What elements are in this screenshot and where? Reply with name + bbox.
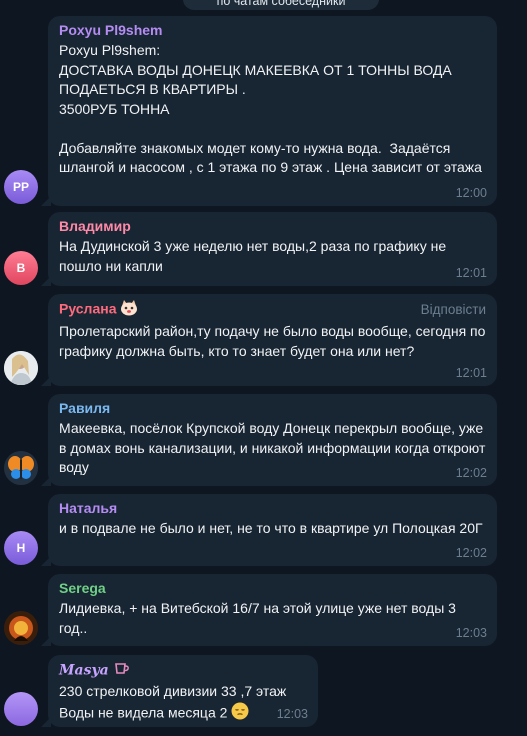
avatar[interactable]: Н (4, 531, 38, 565)
message-bubble[interactable]: 𝑴𝒂𝒔𝒚𝒂 230 стрелковой дивизии 33 ,7 этаж … (48, 655, 318, 727)
avatar-initials: Н (16, 541, 26, 555)
bubble-tail (41, 556, 51, 566)
message-bubble[interactable]: Владимир На Дудинской 3 уже неделю нет в… (48, 212, 497, 286)
sender-name[interactable]: Serega (59, 580, 487, 597)
message-time: 12:02 (455, 546, 487, 560)
sender-name[interactable]: Наталья (59, 500, 487, 517)
message-text: На Дудинской 3 уже неделю нет воды,2 раз… (59, 238, 451, 274)
sender-name[interactable]: Владимир (59, 218, 487, 235)
message-text: Пролетарский район,ту подачу не было вод… (59, 323, 490, 359)
avatar-initials: В (16, 261, 26, 275)
pensive-face-icon (231, 702, 249, 726)
sender-name-text: 𝑴𝒂𝒔𝒚𝒂 (59, 662, 109, 679)
avatar[interactable]: В (4, 251, 38, 285)
bubble-tail (41, 636, 51, 646)
butterfly-icon (4, 451, 38, 485)
sender-name[interactable]: Равиля (59, 400, 487, 417)
message-bubble[interactable]: Poxyu Pl9shem Poxyu Pl9shem: ДОСТАВКА ВО… (48, 16, 497, 206)
avatar[interactable]: PP (4, 170, 38, 204)
avatar[interactable] (4, 451, 38, 485)
avatar[interactable] (4, 611, 38, 645)
message-text: 230 стрелковой дивизии 33 ,7 этаж Воды н… (59, 682, 308, 725)
message-text: и в подвале не было и нет, не то что в к… (59, 520, 483, 536)
message-time: 12:02 (455, 466, 487, 480)
date-separator-pill: по чатам собеседники (183, 0, 379, 10)
message-bubble[interactable]: Равиля Макеевка, посёлок Крупской воду Д… (48, 394, 497, 486)
sender-name-text: Руслана (59, 300, 117, 317)
reply-label[interactable]: Відповісти (421, 302, 486, 317)
bubble-tail (41, 196, 51, 206)
message-text: Лидиевка, + на Витебской 16/7 на этой ул… (59, 600, 460, 636)
message-time: 12:03 (276, 707, 308, 721)
message-bubble[interactable]: Наталья и в подвале не было и нет, не то… (48, 494, 497, 566)
message-time: 12:01 (455, 266, 487, 280)
bubble-tail (41, 476, 51, 486)
message-bubble[interactable]: Serega Лидиевка, + на Витебской 16/7 на … (48, 574, 497, 646)
message-bubble[interactable]: Руслана Відповісти Пролетарский район,ту… (48, 294, 497, 386)
avatar-photo-icon (4, 351, 38, 385)
message-text-content: 230 стрелковой дивизии 33 ,7 этаж Воды н… (59, 683, 287, 720)
sender-name[interactable]: Poxyu Pl9shem (59, 22, 487, 39)
sender-name[interactable]: 𝑴𝒂𝒔𝒚𝒂 (59, 661, 308, 680)
bubble-tail (41, 376, 51, 386)
message-time: 12:01 (455, 366, 487, 380)
cat-emoji-icon (120, 300, 138, 320)
bubble-tail (41, 276, 51, 286)
date-separator-text: по чатам собеседники (216, 0, 346, 8)
message-text: Макеевка, посёлок Крупской воду Донецк п… (59, 420, 490, 475)
coffee-cup-icon (114, 661, 130, 680)
avatar-initials: PP (12, 180, 29, 194)
avatar-photo-icon (4, 611, 38, 645)
avatar[interactable] (4, 351, 38, 385)
message-text: Poxyu Pl9shem: ДОСТАВКА ВОДЫ ДОНЕЦК МАКЕ… (59, 42, 482, 175)
bubble-tail (41, 717, 51, 727)
message-time: 12:00 (455, 186, 487, 200)
avatar[interactable] (4, 692, 38, 726)
message-time: 12:03 (455, 626, 487, 640)
